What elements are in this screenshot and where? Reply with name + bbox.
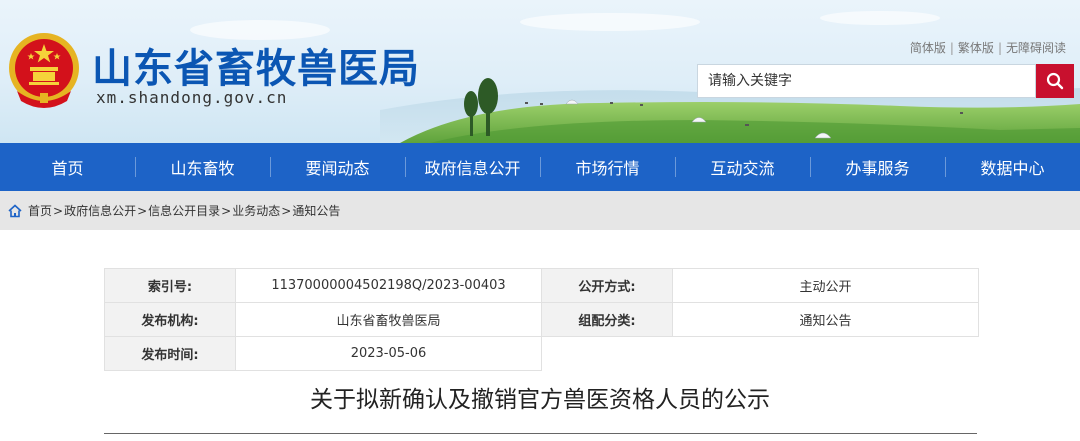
national-emblem-icon <box>9 33 79 108</box>
traditional-chinese-link[interactable]: 繁体版 <box>958 41 994 55</box>
category-label: 组配分类: <box>541 302 673 337</box>
divider: | <box>997 41 1002 55</box>
search-box <box>697 64 1036 98</box>
breadcrumb-business-news[interactable]: 业务动态 <box>232 202 280 219</box>
breadcrumb: 首页 > 政府信息公开 > 信息公开目录 > 业务动态 > 通知公告 <box>0 191 1080 230</box>
accessibility-link[interactable]: 无障碍阅读 <box>1006 41 1066 55</box>
nav-item-shandong-livestock[interactable]: 山东畜牧 <box>135 143 270 191</box>
main-nav: 首页 山东畜牧 要闻动态 政府信息公开 市场行情 互动交流 办事服务 数据中心 <box>0 143 1080 191</box>
category-value: 通知公告 <box>672 302 979 337</box>
disclose-value: 主动公开 <box>672 268 979 303</box>
document-info-table: 索引号: 11370000004502198Q/2023-00403 公开方式:… <box>104 268 979 371</box>
language-links: 简体版 | 繁体版 | 无障碍阅读 <box>910 39 1066 56</box>
title-divider <box>104 433 977 434</box>
breadcrumb-separator: > <box>53 203 64 218</box>
home-icon <box>8 203 22 217</box>
nav-item-market[interactable]: 市场行情 <box>540 143 675 191</box>
date-label: 发布时间: <box>104 336 236 371</box>
breadcrumb-separator: > <box>281 203 292 218</box>
nav-item-services[interactable]: 办事服务 <box>810 143 945 191</box>
index-label: 索引号: <box>104 268 236 303</box>
table-row: 索引号: 11370000004502198Q/2023-00403 公开方式:… <box>104 268 979 303</box>
site-header: 山东省畜牧兽医局 xm.shandong.gov.cn 简体版 | 繁体版 | 无障碍阅… <box>0 0 1080 143</box>
disclose-label: 公开方式: <box>541 268 673 303</box>
article-title: 关于拟新确认及撤销官方兽医资格人员的公示 <box>310 387 770 413</box>
nav-item-home[interactable]: 首页 <box>0 143 135 191</box>
table-row: 发布机构: 山东省畜牧兽医局 组配分类: 通知公告 <box>104 302 979 337</box>
nav-item-data-center[interactable]: 数据中心 <box>945 143 1080 191</box>
table-row: 发布时间: 2023-05-06 <box>104 336 979 371</box>
breadcrumb-gov-info[interactable]: 政府信息公开 <box>64 202 136 219</box>
nav-item-gov-info-disclosure[interactable]: 政府信息公开 <box>405 143 540 191</box>
index-value: 11370000004502198Q/2023-00403 <box>235 268 542 303</box>
nav-item-interaction[interactable]: 互动交流 <box>675 143 810 191</box>
simplified-chinese-link[interactable]: 简体版 <box>910 41 946 55</box>
nav-item-news[interactable]: 要闻动态 <box>270 143 405 191</box>
breadcrumb-catalog[interactable]: 信息公开目录 <box>148 202 220 219</box>
breadcrumb-home[interactable]: 首页 <box>28 202 52 219</box>
publisher-label: 发布机构: <box>104 302 236 337</box>
search-icon <box>1046 72 1064 90</box>
divider: | <box>949 41 954 55</box>
date-value: 2023-05-06 <box>235 336 542 371</box>
site-name[interactable]: 山东省畜牧兽医局 <box>92 36 420 94</box>
search-input[interactable] <box>698 65 1035 97</box>
empty-cell <box>541 336 979 371</box>
breadcrumb-separator: > <box>137 203 148 218</box>
breadcrumb-separator: > <box>221 203 232 218</box>
publisher-value: 山东省畜牧兽医局 <box>235 302 542 337</box>
site-domain: xm.shandong.gov.cn <box>96 88 288 107</box>
search-button[interactable] <box>1036 64 1074 98</box>
breadcrumb-notices[interactable]: 通知公告 <box>292 202 340 219</box>
